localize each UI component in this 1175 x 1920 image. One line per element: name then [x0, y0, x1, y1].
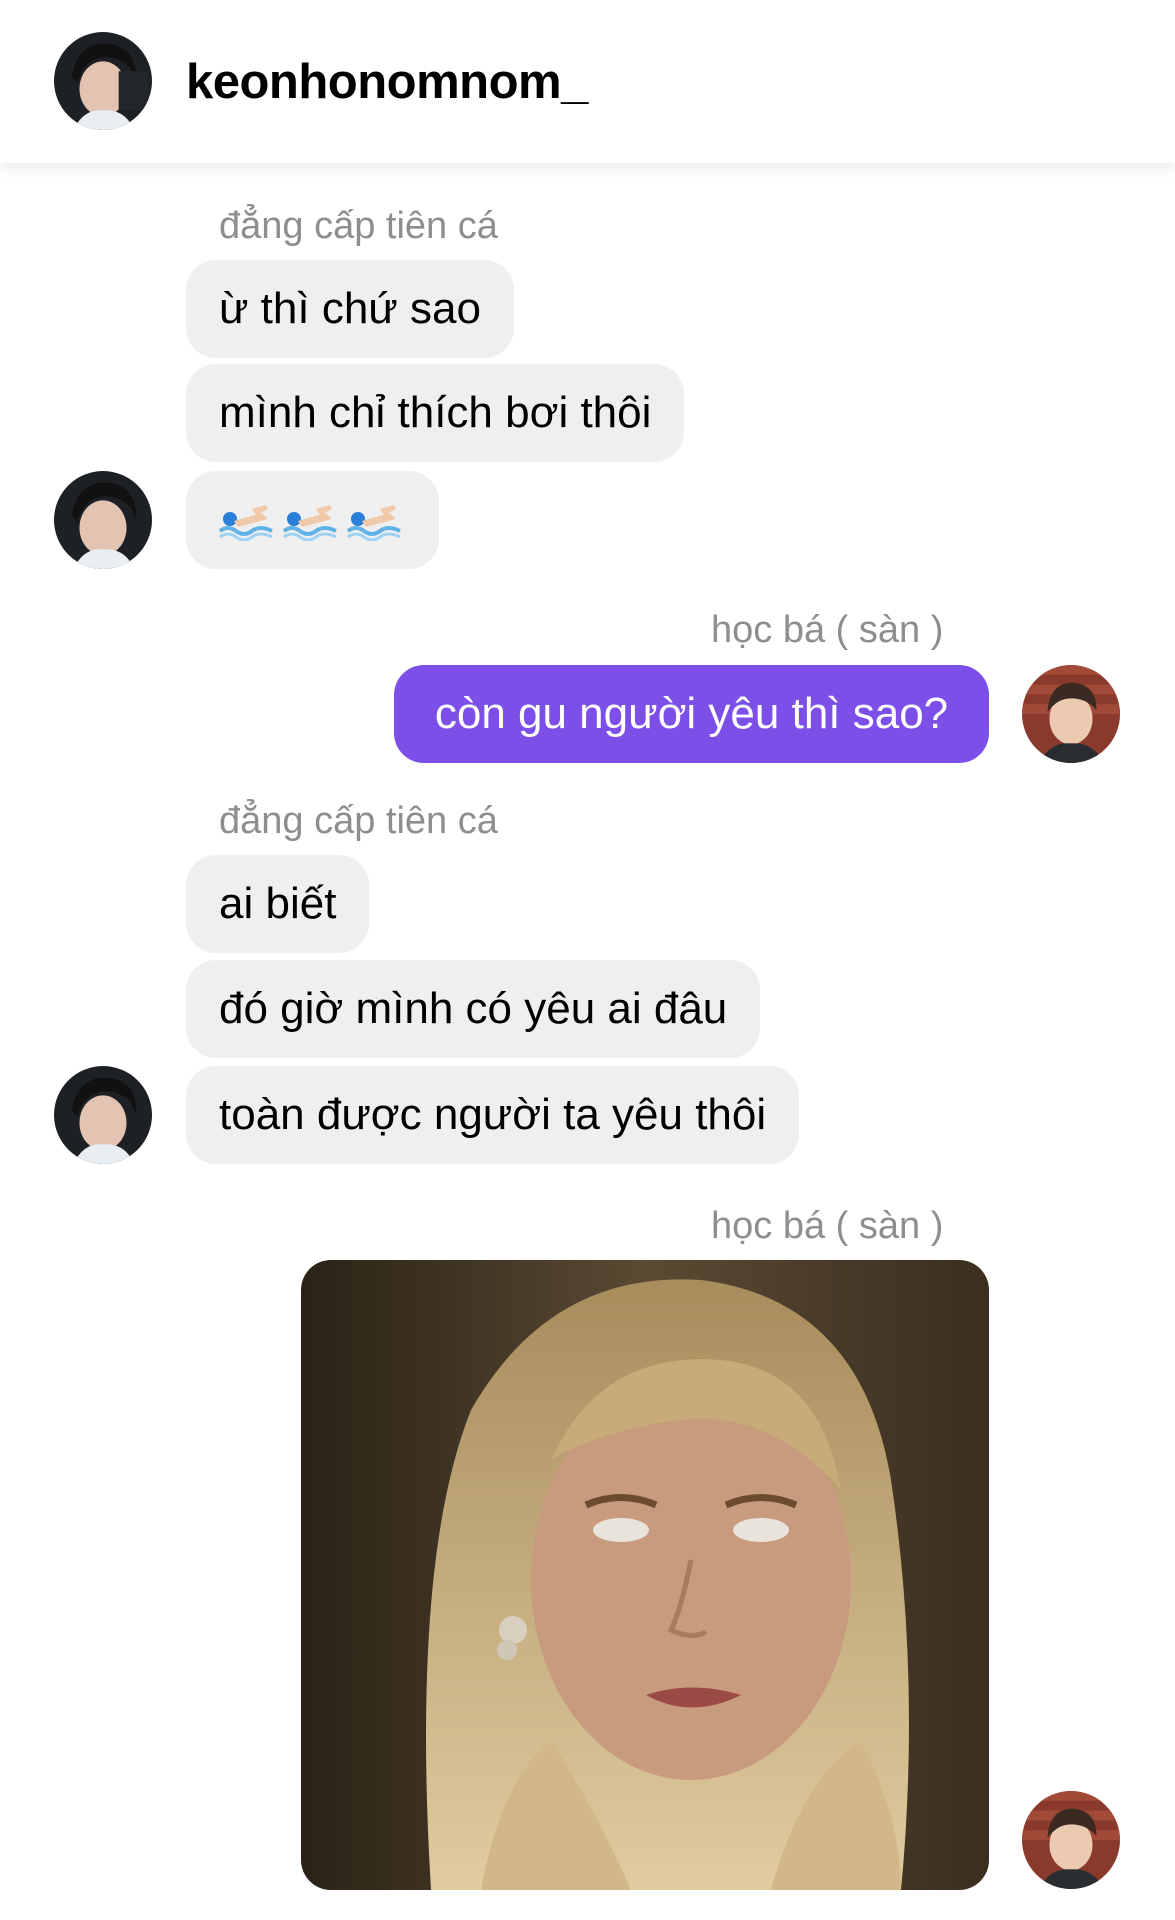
message-bubble[interactable]: mình chỉ thích bơi thôi: [186, 364, 685, 462]
sender-label: học bá ( sàn ): [711, 1205, 944, 1247]
chat-username[interactable]: keonhonomnom_: [186, 52, 588, 112]
chat-header: keonhonomnom_: [0, 0, 1175, 163]
profile-avatar-icon[interactable]: [54, 32, 152, 130]
sender-avatar-icon[interactable]: [54, 471, 152, 569]
my-avatar-icon[interactable]: [1022, 665, 1120, 763]
swimmer-emoji-icon: [282, 499, 338, 541]
photo-attachment[interactable]: [301, 1260, 989, 1890]
sender-avatar-icon[interactable]: [54, 1066, 152, 1164]
message-bubble-outgoing[interactable]: còn gu người yêu thì sao?: [394, 665, 989, 763]
message-bubble[interactable]: ai biết: [186, 855, 370, 953]
sender-label: đẳng cấp tiên cá: [219, 205, 498, 247]
sender-label: đẳng cấp tiên cá: [219, 800, 498, 842]
message-bubble[interactable]: đó giờ mình có yêu ai đâu: [186, 960, 761, 1058]
my-avatar-icon[interactable]: [1022, 1791, 1120, 1889]
message-bubble[interactable]: toàn được người ta yêu thôi: [186, 1066, 800, 1164]
swimmer-emoji-icon: [346, 499, 402, 541]
emoji-message-bubble[interactable]: [186, 471, 439, 569]
sender-label: học bá ( sàn ): [711, 609, 944, 651]
message-bubble[interactable]: ừ thì chứ sao: [186, 260, 514, 358]
swimmer-emoji-icon: [218, 499, 274, 541]
